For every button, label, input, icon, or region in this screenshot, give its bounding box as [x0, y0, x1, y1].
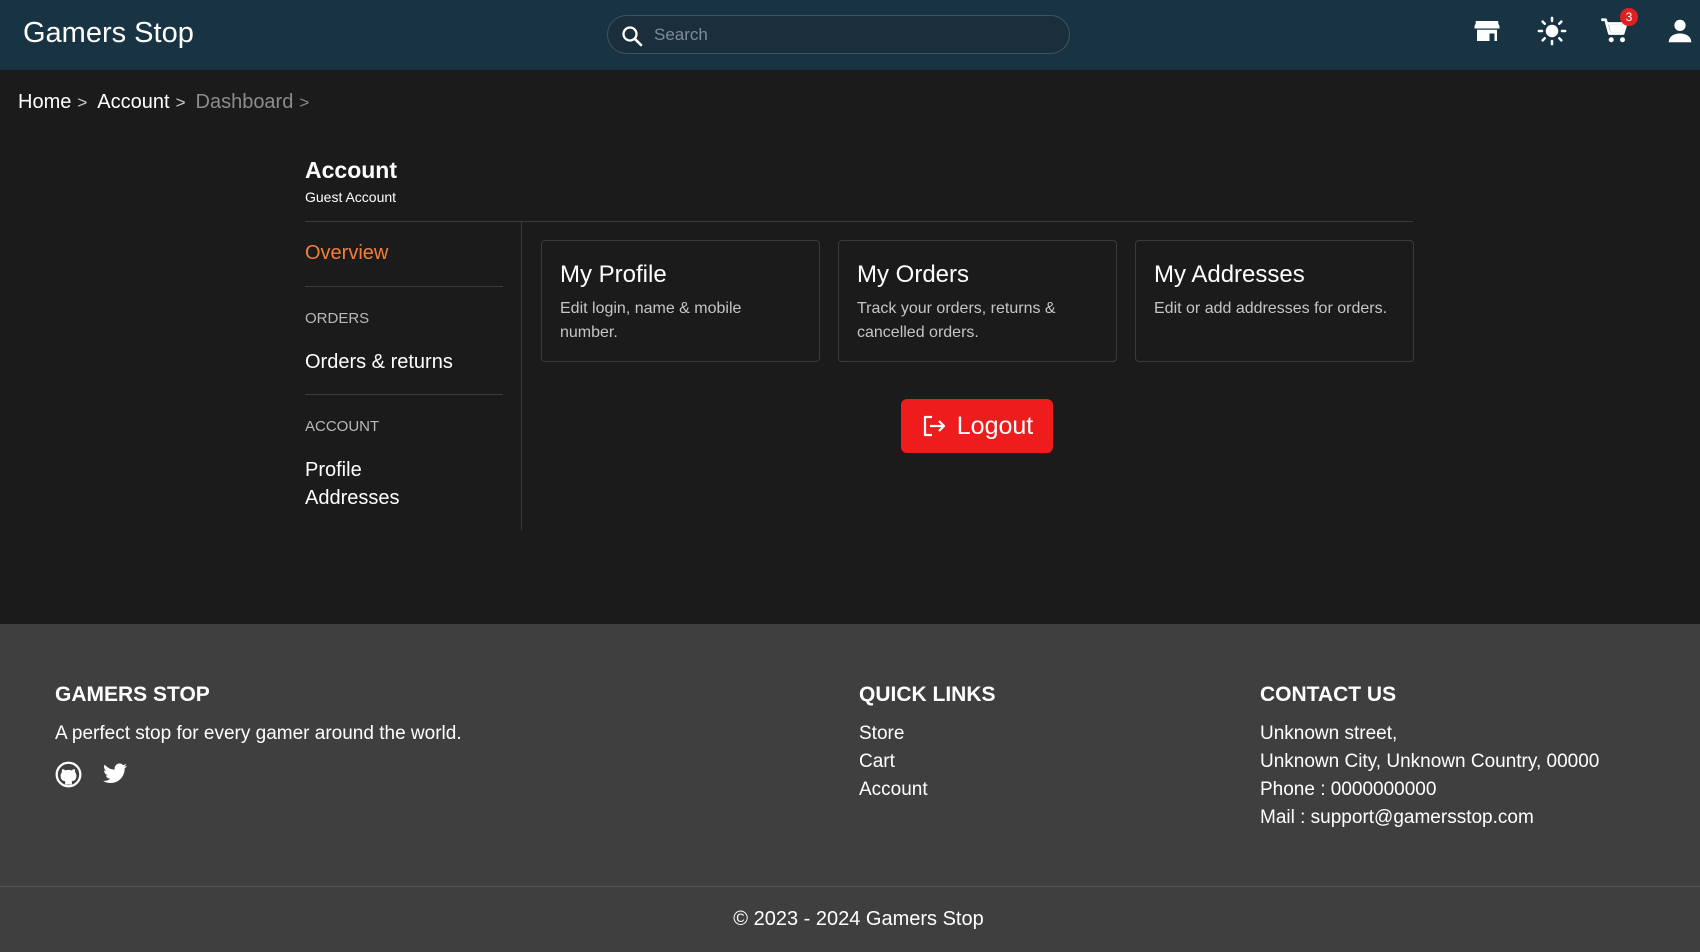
logout-label: Logout	[956, 411, 1034, 440]
sidebar-item-orders-returns[interactable]: Orders & returns	[305, 351, 453, 374]
page-title: Account	[305, 157, 397, 183]
footer-quick-links-title: QUICK LINKS	[859, 683, 996, 706]
sidebar-divider	[521, 222, 522, 530]
card-my-addresses[interactable]: My Addresses Edit or add addresses for o…	[1135, 240, 1414, 362]
breadcrumb: Home > Account > Dashboard >	[18, 91, 319, 114]
footer-brand-title: GAMERS STOP	[55, 683, 210, 706]
search-bar[interactable]	[607, 15, 1070, 54]
breadcrumb-dashboard: Dashboard	[195, 91, 294, 113]
footer-link-account[interactable]: Account	[859, 779, 928, 801]
sidebar-item-addresses[interactable]: Addresses	[305, 487, 400, 510]
copyright: © 2023 - 2024 Gamers Stop	[733, 908, 984, 930]
breadcrumb-account[interactable]: Account	[97, 91, 169, 114]
contact-street: Unknown street,	[1260, 723, 1398, 744]
footer	[0, 624, 1700, 952]
github-icon[interactable]	[55, 761, 82, 788]
card-title: My Profile	[560, 261, 667, 288]
card-my-orders[interactable]: My Orders Track your orders, returns & c…	[838, 240, 1117, 362]
card-description: Track your orders, returns & cancelled o…	[857, 300, 1056, 341]
sidebar-item-profile[interactable]: Profile	[305, 459, 362, 482]
brand-logo[interactable]: Gamers Stop	[23, 17, 194, 50]
sidebar-item-overview[interactable]: Overview	[305, 242, 388, 265]
sidebar-section-account: ACCOUNT	[305, 418, 380, 435]
footer-divider	[0, 886, 1700, 887]
breadcrumb-separator: >	[77, 93, 88, 112]
footer-link-cart[interactable]: Cart	[859, 751, 895, 773]
divider	[305, 221, 1413, 222]
card-title: My Orders	[857, 261, 970, 288]
user-icon[interactable]	[1665, 16, 1695, 46]
theme-toggle-icon[interactable]	[1537, 16, 1567, 46]
card-title: My Addresses	[1154, 261, 1305, 288]
card-description: Edit login, name & mobile number.	[560, 300, 742, 341]
card-my-profile[interactable]: My Profile Edit login, name & mobile num…	[541, 240, 820, 362]
footer-link-store[interactable]: Store	[859, 723, 904, 745]
sidebar-section-orders: ORDERS	[305, 310, 370, 327]
store-icon[interactable]	[1472, 16, 1502, 46]
cart-count-badge: 3	[1620, 8, 1638, 26]
divider	[305, 286, 503, 287]
footer-contact-title: CONTACT US	[1260, 683, 1397, 706]
card-description: Edit or add addresses for orders.	[1154, 300, 1388, 317]
breadcrumb-home[interactable]: Home	[18, 91, 71, 114]
logout-icon	[923, 415, 945, 437]
account-subtitle: Guest Account	[305, 189, 397, 205]
twitter-icon[interactable]	[102, 763, 128, 785]
search-input[interactable]	[654, 16, 1054, 53]
divider	[305, 394, 503, 395]
footer-tagline: A perfect stop for every gamer around th…	[55, 723, 462, 744]
search-icon	[622, 26, 643, 47]
top-navbar: Gamers Stop 3	[0, 0, 1700, 70]
logout-button[interactable]: Logout	[901, 399, 1053, 453]
breadcrumb-separator: >	[175, 93, 186, 112]
breadcrumb-separator: >	[299, 93, 310, 112]
contact-city: Unknown City, Unknown Country, 00000	[1260, 751, 1600, 772]
contact-mail: Mail : support@gamersstop.com	[1260, 807, 1534, 828]
contact-phone: Phone : 0000000000	[1260, 779, 1437, 800]
